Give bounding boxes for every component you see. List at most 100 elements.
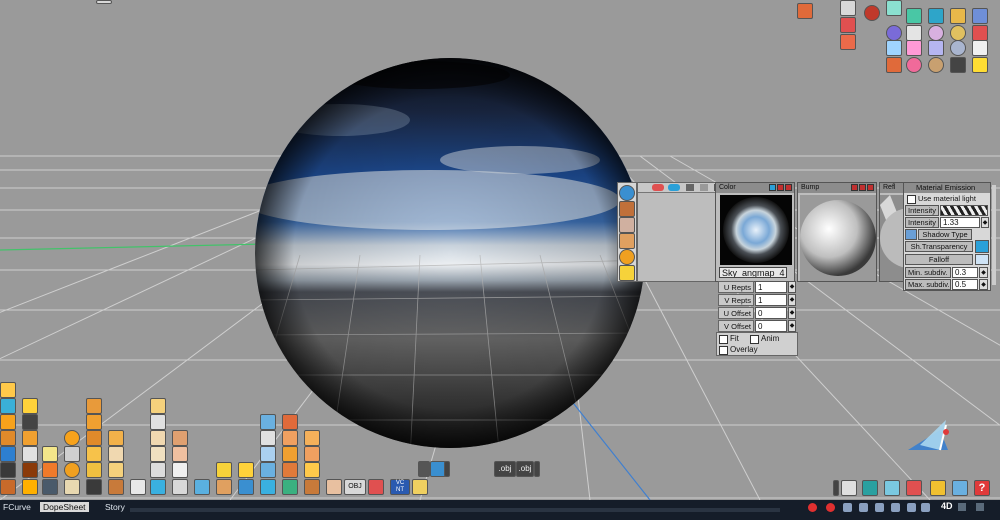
checker-icon[interactable] — [260, 414, 276, 430]
intensity-pattern-bar[interactable] — [940, 205, 988, 216]
sphere-icon[interactable] — [886, 25, 902, 41]
spinner-icon[interactable]: ◆ — [788, 294, 796, 306]
step-back-icon[interactable] — [859, 503, 868, 512]
checker-icon[interactable] — [950, 57, 966, 73]
slot-button[interactable] — [777, 184, 784, 191]
sphere-icon[interactable] — [864, 5, 880, 21]
square-icon[interactable] — [686, 184, 694, 191]
render-icon[interactable] — [797, 3, 813, 19]
object-icon[interactable] — [64, 446, 80, 462]
fast-forward-icon[interactable] — [907, 503, 916, 512]
panel-scrollbar[interactable] — [992, 185, 996, 285]
object-icon[interactable] — [172, 446, 188, 462]
object-icon[interactable] — [172, 479, 188, 495]
link-icon[interactable] — [952, 480, 968, 496]
object-icon[interactable] — [86, 479, 102, 495]
play-icon[interactable] — [875, 503, 884, 512]
fit-checkbox[interactable] — [719, 335, 728, 344]
square-icon[interactable] — [700, 184, 708, 191]
spinner-icon[interactable]: ◆ — [979, 279, 988, 290]
object-icon[interactable] — [150, 479, 166, 495]
u-offset-field[interactable]: 0 — [755, 307, 787, 319]
swatch-icon[interactable] — [972, 40, 988, 56]
sphere-icon[interactable] — [906, 57, 922, 73]
obj-import-icon[interactable]: .obj — [494, 461, 516, 477]
object-icon[interactable] — [22, 430, 38, 446]
object-icon[interactable] — [42, 446, 58, 462]
shadow-icon[interactable] — [905, 229, 917, 240]
obj-icon[interactable]: OBJ — [344, 479, 366, 495]
object-icon[interactable] — [282, 446, 298, 462]
object-icon[interactable] — [150, 398, 166, 414]
tab-story[interactable]: Story — [102, 500, 128, 520]
rewind-icon[interactable] — [843, 503, 852, 512]
checker-icon[interactable] — [260, 462, 276, 478]
use-material-light-checkbox[interactable] — [907, 195, 916, 204]
object-icon[interactable] — [86, 430, 102, 446]
help-icon[interactable]: ? — [974, 480, 990, 496]
object-icon[interactable] — [282, 414, 298, 430]
overlay-checkbox[interactable] — [719, 346, 728, 355]
object-icon[interactable] — [0, 462, 16, 478]
object-icon[interactable] — [22, 479, 38, 495]
spinner-icon[interactable]: ◆ — [979, 267, 988, 278]
swatch-icon[interactable] — [886, 40, 902, 56]
object-icon[interactable] — [42, 462, 58, 478]
object-icon[interactable] — [412, 479, 428, 495]
tool-icon[interactable] — [96, 0, 112, 4]
sphere-icon[interactable] — [928, 57, 944, 73]
spinner-icon[interactable]: ◆ — [788, 281, 796, 293]
object-icon[interactable] — [0, 414, 16, 430]
swatch-icon[interactable] — [972, 8, 988, 24]
object-icon[interactable] — [22, 414, 38, 430]
object-icon[interactable] — [326, 479, 342, 495]
min-subdiv-field[interactable]: 0.3 — [952, 267, 978, 278]
object-icon[interactable] — [130, 479, 146, 495]
select-icon[interactable] — [841, 480, 857, 496]
object-icon[interactable] — [0, 446, 16, 462]
pick-icon[interactable] — [619, 217, 635, 233]
object-icon[interactable] — [86, 414, 102, 430]
object-icon[interactable] — [108, 462, 124, 478]
object-icon[interactable] — [108, 430, 124, 446]
object-icon[interactable] — [194, 479, 210, 495]
object-icon[interactable] — [150, 446, 166, 462]
sh-transparency-button[interactable]: Sh.Transparency — [905, 241, 973, 252]
v-repts-field[interactable]: 1 — [755, 294, 787, 306]
object-icon[interactable] — [216, 479, 232, 495]
object-icon[interactable] — [282, 430, 298, 446]
swatch-icon[interactable] — [972, 57, 988, 73]
sphere-icon[interactable] — [619, 185, 635, 201]
object-icon[interactable] — [0, 382, 16, 398]
object-icon[interactable] — [86, 462, 102, 478]
close-icon[interactable] — [785, 184, 792, 191]
object-icon[interactable] — [172, 430, 188, 446]
map-name-field[interactable]: Sky_angmap_4 — [719, 267, 787, 278]
refl-slot[interactable]: Refl — [879, 182, 905, 282]
step-forward-icon[interactable] — [891, 503, 900, 512]
swatch-icon[interactable] — [928, 8, 944, 24]
grid-icon[interactable] — [976, 503, 984, 511]
object-icon[interactable] — [260, 479, 276, 495]
sphere-icon[interactable] — [950, 25, 966, 41]
record-icon[interactable] — [808, 503, 817, 512]
swatch-icon[interactable] — [906, 25, 922, 41]
camera-icon[interactable] — [930, 480, 946, 496]
swatch-icon[interactable] — [972, 25, 988, 41]
spinner-icon[interactable] — [534, 461, 540, 477]
square-icon[interactable] — [619, 265, 635, 281]
spinner-icon[interactable]: ◆ — [788, 307, 796, 319]
v-offset-field[interactable]: 0 — [755, 320, 787, 332]
max-subdiv-field[interactable]: 0.5 — [952, 279, 978, 290]
slot-button[interactable] — [851, 184, 858, 191]
u-repts-field[interactable]: 1 — [755, 281, 787, 293]
falloff-curve-icon[interactable] — [975, 254, 989, 265]
pencil-icon[interactable] — [619, 233, 635, 249]
timeline-track[interactable] — [130, 508, 780, 512]
spinner-icon[interactable] — [444, 461, 450, 477]
swatch-icon[interactable] — [928, 40, 944, 56]
house-icon[interactable] — [840, 34, 856, 50]
rotate-icon[interactable] — [884, 480, 900, 496]
dropdown-icon[interactable] — [958, 503, 966, 511]
anim-checkbox[interactable] — [750, 335, 759, 344]
